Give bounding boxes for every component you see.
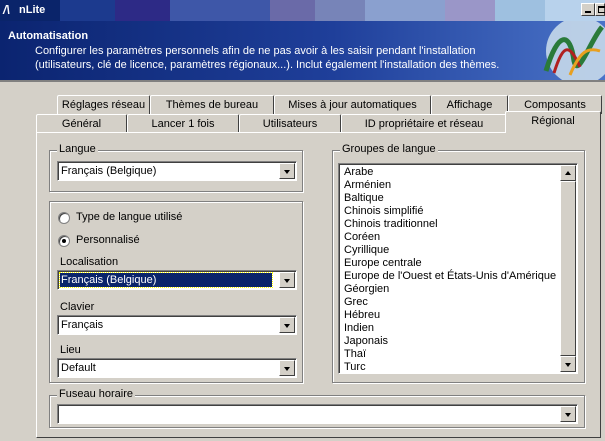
location-value: Default <box>61 362 96 374</box>
timezone-select[interactable] <box>57 404 578 424</box>
window-title: nLite <box>19 4 46 16</box>
list-item[interactable]: Baltique <box>344 192 384 204</box>
list-item[interactable]: Chinois simplifié <box>344 205 423 217</box>
list-item[interactable]: Grec <box>344 296 368 308</box>
keyboard-label: Clavier <box>60 301 95 313</box>
list-item[interactable]: Arménien <box>344 179 391 191</box>
radio-custom[interactable] <box>58 235 70 247</box>
chevron-down-icon[interactable] <box>279 317 295 333</box>
page-header: Automatisation Configurer les paramètres… <box>0 21 605 82</box>
titlebar-band <box>115 0 170 21</box>
list-item[interactable]: Indien <box>344 322 374 334</box>
tab-users[interactable]: Utilisateurs <box>239 114 341 133</box>
radio-language-used[interactable] <box>58 212 70 224</box>
minimize-icon <box>585 11 591 13</box>
list-item[interactable]: Chinois traditionnel <box>344 218 438 230</box>
keyboard-select[interactable]: Français <box>57 315 297 335</box>
minimize-button[interactable] <box>581 3 595 16</box>
titlebar-band <box>495 0 545 21</box>
scrollbar-thumb[interactable] <box>560 181 576 356</box>
timezone-label: Fuseau horaire <box>57 388 135 400</box>
list-item[interactable]: Europe centrale <box>344 257 422 269</box>
tab-owner-network-id[interactable]: ID propriétaire et réseau <box>341 114 507 133</box>
locale-select[interactable]: Français (Belgique) <box>57 270 297 290</box>
tab-auto-updates[interactable]: Mises à jour automatiques <box>274 95 431 114</box>
language-select[interactable]: Français (Belgique) <box>57 161 297 181</box>
chevron-down-icon[interactable] <box>279 163 295 179</box>
list-item[interactable]: Coréen <box>344 231 380 243</box>
language-groups-list[interactable]: Arabe Arménien Baltique Chinois simplifi… <box>338 163 578 374</box>
tab-desktop-themes[interactable]: Thèmes de bureau <box>150 95 274 114</box>
maximize-button[interactable] <box>595 3 605 16</box>
list-item[interactable]: Hébreu <box>344 309 380 321</box>
chevron-down-icon[interactable] <box>279 360 295 376</box>
locale-settings-group <box>49 201 303 383</box>
titlebar-band <box>315 0 365 21</box>
language-group-label: Langue <box>57 143 98 155</box>
radio-custom-label[interactable]: Personnalisé <box>76 234 140 246</box>
list-item[interactable]: Cyrillique <box>344 244 389 256</box>
description-line: Configurer les paramètres personnels afi… <box>35 45 476 57</box>
language-groups-label: Groupes de langue <box>340 143 438 155</box>
location-label: Lieu <box>60 344 81 356</box>
chevron-down-icon[interactable] <box>279 272 295 288</box>
list-item[interactable]: Japonais <box>344 335 388 347</box>
tab-display[interactable]: Affichage <box>431 95 508 114</box>
keyboard-value: Français <box>61 319 104 331</box>
titlebar-band <box>60 0 115 21</box>
chevron-down-icon[interactable] <box>560 406 576 422</box>
language-value: Français (Belgique) <box>61 165 157 177</box>
location-select[interactable]: Default <box>57 358 297 378</box>
tab-run-once[interactable]: Lancer 1 fois <box>127 114 239 133</box>
radio-language-used-label[interactable]: Type de langue utilisé <box>76 211 182 223</box>
titlebar-band <box>270 0 315 21</box>
titlebar-band <box>365 0 445 21</box>
titlebar-band <box>170 0 270 21</box>
list-item[interactable]: Arabe <box>344 166 373 178</box>
tab-general[interactable]: Général <box>36 114 127 133</box>
page-title: Automatisation <box>8 30 89 42</box>
nlite-banner-logo <box>543 21 605 80</box>
scroll-down-icon[interactable] <box>560 356 576 372</box>
locale-label: Localisation <box>60 256 119 268</box>
locale-value: Français (Belgique) <box>59 272 273 288</box>
list-item[interactable]: Europe de l'Ouest et États-Unis d'Amériq… <box>344 270 556 282</box>
tab-regional[interactable]: Régional <box>505 111 601 133</box>
nlite-logo-icon: /\ <box>3 3 10 17</box>
tab-network[interactable]: Réglages réseau <box>57 95 150 114</box>
list-item[interactable]: Géorgien <box>344 283 389 295</box>
page-description: Configurer les paramètres personnels afi… <box>35 44 515 72</box>
title-bar[interactable]: /\ nLite <box>0 0 605 21</box>
titlebar-band <box>445 0 495 21</box>
list-item[interactable]: Turc <box>344 361 366 373</box>
list-item[interactable]: Thaï <box>344 348 366 360</box>
scroll-up-icon[interactable] <box>560 165 576 181</box>
vertical-scrollbar[interactable] <box>560 165 576 372</box>
description-line: (utilisateurs, clé de licence, paramètre… <box>35 59 500 71</box>
maximize-icon <box>598 6 605 13</box>
